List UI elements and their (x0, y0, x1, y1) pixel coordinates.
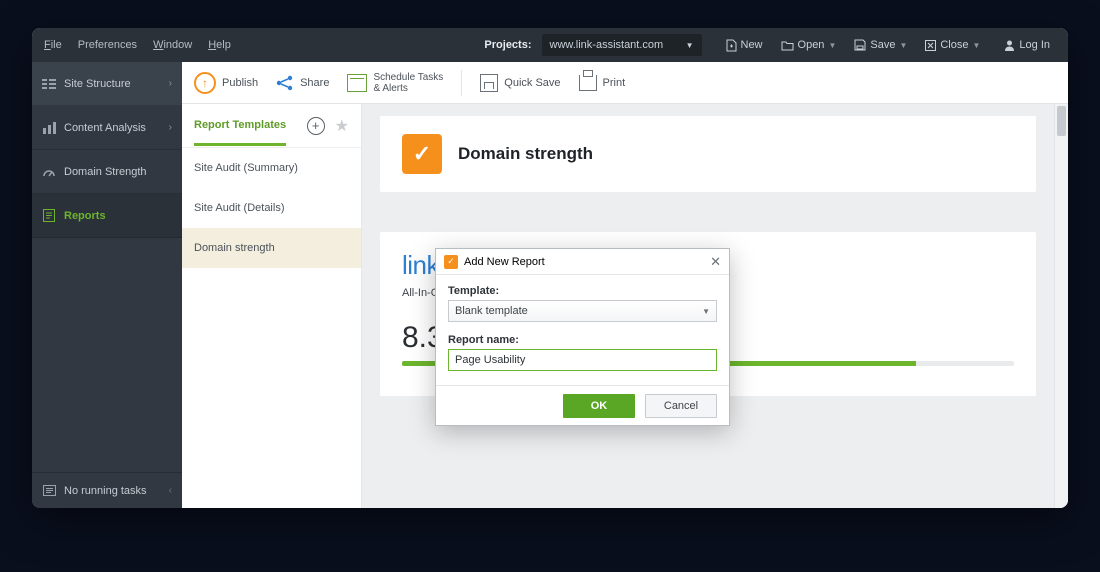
calendar-icon (347, 74, 367, 92)
chevron-right-icon: › (169, 78, 172, 89)
menu-preferences[interactable]: Preferences (78, 39, 137, 51)
checkmark-icon: ✓ (402, 134, 442, 174)
projects-label: Projects: (484, 39, 531, 51)
chevron-down-icon: ▼ (686, 41, 694, 50)
chevron-down-icon: ▼ (828, 41, 836, 50)
publish-button[interactable]: ↑ Publish (194, 72, 258, 94)
template-select-value: Blank template (455, 305, 528, 317)
star-icon[interactable]: ★ (335, 116, 349, 136)
menubar: File Preferences Window Help Projects: w… (32, 28, 1068, 62)
tasks-icon (42, 484, 56, 498)
toolbar-divider (461, 70, 462, 96)
folder-open-icon (781, 40, 794, 51)
share-button[interactable]: Share (276, 75, 329, 91)
templates-header[interactable]: Report Templates (194, 119, 286, 146)
template-item[interactable]: Site Audit (Summary) (182, 148, 361, 188)
gauge-icon (42, 165, 56, 179)
sidebar-item-reports[interactable]: Reports (32, 194, 182, 238)
close-button[interactable]: Close ▼ (919, 39, 986, 51)
scrollbar-thumb[interactable] (1057, 106, 1066, 136)
modal-icon: ✓ (444, 255, 458, 269)
ok-button[interactable]: OK (563, 394, 635, 418)
new-button[interactable]: New (720, 39, 769, 52)
save-button[interactable]: Save ▼ (848, 39, 913, 51)
toolbar: ↑ Publish Share Schedule Tasks & Alerts (182, 62, 1068, 104)
templates-panel: Report Templates + ★ Site Audit (Summary… (182, 104, 362, 508)
sidebar-item-content-analysis[interactable]: Content Analysis › (32, 106, 182, 150)
schedule-label-2: & Alerts (373, 83, 443, 94)
sidebar-item-label: Content Analysis (64, 122, 146, 134)
open-button[interactable]: Open ▼ (775, 39, 843, 51)
report-name-input[interactable] (448, 349, 717, 371)
close-icon[interactable]: ✕ (710, 254, 721, 270)
menu-help[interactable]: Help (208, 39, 231, 51)
menu-file[interactable]: File (44, 39, 62, 51)
save-icon (854, 39, 866, 51)
file-plus-icon (726, 39, 737, 52)
quick-save-button[interactable]: Quick Save (480, 74, 560, 92)
template-select[interactable]: Blank template ▼ (448, 300, 717, 322)
upload-icon: ↑ (194, 72, 216, 94)
schedule-label-1: Schedule Tasks (373, 72, 443, 83)
printer-icon (579, 75, 597, 91)
project-selected-value: www.link-assistant.com (550, 39, 664, 51)
scrollbar[interactable] (1054, 104, 1068, 508)
sidebar-item-label: Reports (64, 210, 106, 222)
collapse-icon[interactable]: ‹ (169, 485, 172, 496)
chart-icon (42, 121, 56, 135)
template-field-label: Template: (448, 285, 717, 297)
footer-label: No running tasks (64, 485, 147, 497)
report-title: Domain strength (458, 144, 593, 164)
chevron-right-icon: › (169, 122, 172, 133)
modal-title: Add New Report (464, 256, 545, 268)
chevron-down-icon: ▼ (899, 41, 907, 50)
name-field-label: Report name: (448, 334, 717, 346)
schedule-button[interactable]: Schedule Tasks & Alerts (347, 72, 443, 94)
menu-window[interactable]: Window (153, 39, 192, 51)
sidebar-item-domain-strength[interactable]: Domain Strength (32, 150, 182, 194)
chevron-down-icon: ▼ (702, 307, 710, 316)
disk-icon (480, 74, 498, 92)
project-select[interactable]: www.link-assistant.com ▼ (542, 34, 702, 56)
structure-icon (42, 77, 56, 91)
report-header: ✓ Domain strength (380, 116, 1036, 192)
login-button[interactable]: Log In (998, 39, 1056, 51)
sidebar-footer[interactable]: No running tasks ‹ (32, 472, 182, 508)
sidebar-item-label: Site Structure (64, 78, 131, 90)
sidebar-item-site-structure[interactable]: Site Structure › (32, 62, 182, 106)
chevron-down-icon: ▼ (972, 41, 980, 50)
template-item[interactable]: Site Audit (Details) (182, 188, 361, 228)
add-template-button[interactable]: + (307, 117, 325, 135)
close-icon (925, 40, 936, 51)
sidebar: Site Structure › Content Analysis › Doma… (32, 62, 182, 508)
user-icon (1004, 39, 1015, 51)
template-item[interactable]: Domain strength (182, 228, 361, 268)
sidebar-item-label: Domain Strength (64, 166, 147, 178)
share-icon (276, 75, 294, 91)
print-button[interactable]: Print (579, 75, 626, 91)
reports-icon (42, 209, 56, 223)
cancel-button[interactable]: Cancel (645, 394, 717, 418)
add-report-modal: ✓ Add New Report ✕ Template: Blank templ… (435, 248, 730, 426)
